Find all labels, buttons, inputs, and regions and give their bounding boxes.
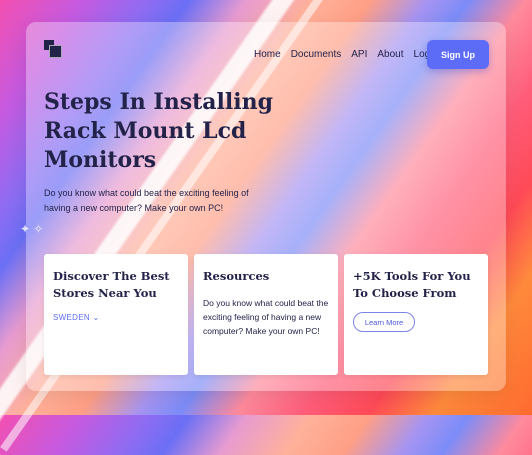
learn-more-button[interactable]: Learn More <box>353 312 415 332</box>
card-stores-title: Discover The Best Stores Near You <box>53 269 170 300</box>
hero-subtitle: Do you know what could beat the exciting… <box>44 188 249 213</box>
sign-up-button[interactable]: Sign Up <box>427 40 489 69</box>
nav-documents-link[interactable]: Documents <box>291 49 342 60</box>
card-resources: Resources Do you know what could beat th… <box>194 254 338 375</box>
nav-home-link[interactable]: Home <box>254 49 281 60</box>
hero-title: Steps In Installing Rack Mount Lcd Monit… <box>44 89 273 173</box>
nav-about-link[interactable]: About <box>377 49 403 60</box>
nav-api-link[interactable]: API <box>351 49 367 60</box>
top-nav: Home Documents API About Log in <box>254 49 451 60</box>
card-resources-title: Resources <box>203 269 270 283</box>
logo-square-front <box>49 45 62 58</box>
card-resources-text: Do you know what could beat the exciting… <box>203 298 329 336</box>
card-stores: Discover The Best Stores Near You SWEDEN… <box>44 254 188 375</box>
card-tools-title: +5K Tools For You To Choose From <box>353 269 471 300</box>
chevron-down-icon: ⌄ <box>92 313 100 322</box>
logo-icon[interactable] <box>44 40 62 58</box>
country-dropdown-value: SWEDEN <box>53 313 90 322</box>
country-dropdown[interactable]: SWEDEN ⌄ <box>53 313 99 322</box>
card-tools: +5K Tools For You To Choose From Learn M… <box>344 254 488 375</box>
